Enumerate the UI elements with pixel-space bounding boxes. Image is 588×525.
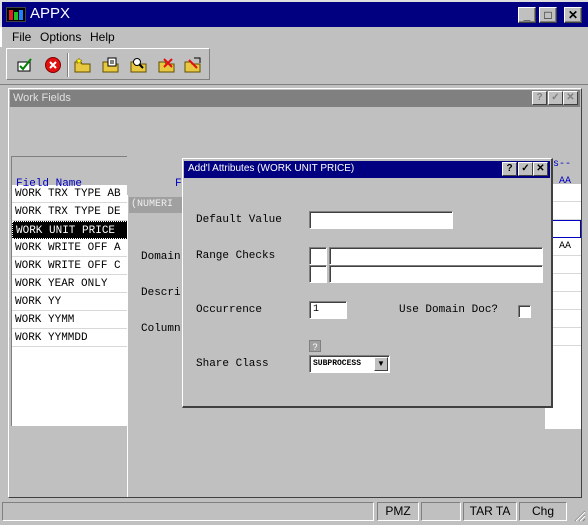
status-bar: PMZ TAR TA Chg [0,500,588,523]
menu-help[interactable]: Help [90,30,115,44]
dialog-title: Add'l Attributes (WORK UNIT PRICE) [188,163,355,174]
status-message [2,502,374,521]
resize-grip-icon[interactable] [572,508,586,522]
column-header-f: F [175,178,182,190]
inquire-record-icon[interactable] [129,56,149,74]
range-checks-label: Range Checks [196,250,276,262]
dialog-close-button[interactable]: ✕ [533,162,548,176]
app-titlebar: APPX _ □ ✕ [0,0,588,27]
use-domain-doc-checkbox[interactable] [518,305,531,318]
field-list-header: Field Name [12,157,128,190]
work-fields-title: Work Fields [13,92,71,104]
field-list-row[interactable]: WORK YY [12,293,128,311]
field-list-row[interactable]: WORK WRITE OFF C [12,257,128,275]
delete-record-icon[interactable] [183,56,203,74]
column-label: Column [141,323,181,335]
help-icon[interactable]: ? [309,340,321,352]
use-domain-doc-label: Use Domain Doc? [399,304,499,316]
delete-record-icon[interactable] [157,56,177,74]
field-list-row[interactable]: WORK WRITE OFF A [12,239,128,257]
status-empty [421,502,461,521]
ok-button[interactable]: ✓ [548,91,563,105]
field-list-row[interactable]: WORK UNIT PRICE [12,221,128,239]
close-button[interactable]: ✕ [563,91,578,105]
menu-options[interactable]: Options [40,30,81,44]
field-list-row[interactable]: WORK TRX TYPE AB [12,185,128,203]
range-check-operator-1[interactable] [309,247,327,265]
add-record-icon[interactable] [73,56,93,74]
status-tar: TAR TA [463,502,517,521]
toolbar-separator [67,53,69,77]
field-list-row[interactable]: WORK TRX TYPE DE [12,203,128,221]
dialog-help-button[interactable]: ? [502,162,517,176]
chevron-down-icon[interactable]: ▼ [374,357,388,371]
field-list-row[interactable]: WORK YYMM [12,311,128,329]
help-button[interactable]: ? [532,91,547,105]
dialog-ok-button[interactable]: ✓ [518,162,533,176]
app-title: APPX [30,5,71,22]
share-class-select[interactable]: SUBPROCESS ▼ [309,355,390,373]
field-detail-panel [127,195,185,497]
range-check-value-2[interactable] [329,265,543,283]
toolbar [6,48,210,80]
minimize-button[interactable]: _ [518,7,536,23]
field-list-row[interactable]: WORK YYMMDD [12,329,128,347]
description-label: Descri [141,287,181,299]
close-button[interactable]: ✕ [564,7,582,23]
numeric-type-label: (NUMERI [129,197,185,213]
change-record-icon[interactable] [101,56,121,74]
menu-file[interactable]: File [12,30,31,44]
default-value-input[interactable] [309,211,453,229]
default-value-label: Default Value [196,214,282,226]
frame-divider [0,84,588,85]
menu-bar: File Options Help [0,27,588,47]
status-pmz: PMZ [377,502,419,521]
occurrence-input[interactable]: 1 [309,301,347,319]
range-check-value-1[interactable] [329,247,543,265]
field-list: Field Name WORK TRX TYPE AB WORK TRX TYPE… [11,156,128,426]
maximize-button[interactable]: □ [539,7,557,23]
occurrence-label: Occurrence [196,304,263,316]
appx-logo-icon [6,7,26,22]
field-list-row[interactable]: WORK YEAR ONLY [12,275,128,293]
domain-label: Domain [141,251,181,263]
share-class-value: SUBPROCESS [313,359,362,368]
additional-attributes-dialog: Add'l Attributes (WORK UNIT PRICE) ? ✓ ✕… [182,158,553,408]
range-check-operator-2[interactable] [309,265,327,283]
work-fields-titlebar: Work Fields ? ✓ ✕ [10,90,580,107]
checkmark-icon[interactable] [15,56,35,74]
cancel-icon[interactable] [43,56,63,74]
dialog-titlebar: Add'l Attributes (WORK UNIT PRICE) ? ✓ ✕ [184,161,550,178]
share-class-label: Share Class [196,358,269,370]
status-mode: Chg [519,502,567,521]
